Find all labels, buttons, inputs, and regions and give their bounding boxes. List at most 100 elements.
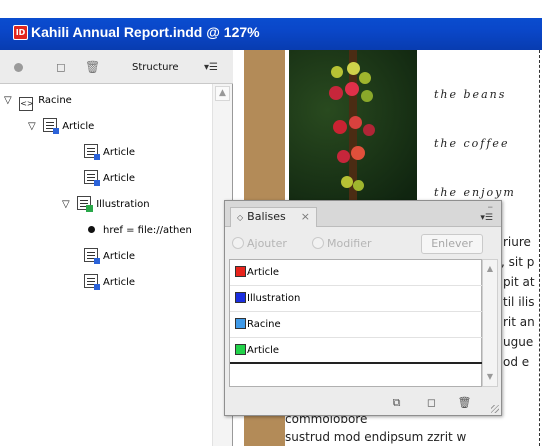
photo-cherry bbox=[331, 66, 343, 78]
photo-cherry bbox=[347, 62, 360, 75]
photo-cherry bbox=[353, 180, 364, 191]
doc-body-text: rit an bbox=[503, 315, 535, 329]
tab-label: Balises bbox=[247, 210, 286, 223]
structure-tree: ▽ <> Racine ▽ Article Article Article ▽ I… bbox=[0, 84, 212, 446]
tree-item-href-attribute[interactable]: href = file://athen bbox=[88, 222, 192, 240]
photo-cherry bbox=[345, 82, 359, 96]
doc-script-line: the enjoym bbox=[434, 186, 516, 199]
tag-label: Illustration bbox=[247, 293, 301, 304]
image-doc-icon bbox=[77, 196, 94, 212]
scroll-up-arrow-icon[interactable]: ▲ bbox=[215, 86, 230, 101]
doc-body-text: od e bbox=[503, 355, 530, 369]
titlebar-top-strip bbox=[0, 0, 542, 18]
tag-color-swatch bbox=[235, 344, 246, 355]
tags-controls: Ajouter Modifier Enlever bbox=[225, 228, 501, 258]
tags-list: Article Illustration Racine Article bbox=[229, 259, 482, 387]
doc-body-text: til ilis bbox=[503, 295, 535, 309]
scroll-up-arrow-icon[interactable]: ▲ bbox=[484, 262, 496, 275]
modify-radio[interactable]: Modifier bbox=[312, 237, 371, 250]
bullet-icon bbox=[88, 226, 95, 233]
tree-item-label: href = file://athen bbox=[103, 225, 192, 236]
expand-triangle-icon[interactable]: ▽ bbox=[4, 92, 16, 110]
tree-item-label: Article bbox=[62, 121, 95, 132]
article-doc-icon bbox=[84, 274, 100, 290]
tags-scrollbar[interactable]: ▲ ▼ bbox=[482, 259, 498, 387]
article-doc-icon bbox=[84, 144, 100, 160]
modify-radio-label: Modifier bbox=[327, 237, 372, 250]
photo-cherry bbox=[349, 116, 362, 129]
article-doc-icon bbox=[84, 248, 100, 264]
photo-cherry bbox=[359, 72, 371, 84]
doc-body-text: ugue bbox=[503, 335, 534, 349]
photo-cherry bbox=[363, 124, 375, 136]
tag-label: Racine bbox=[247, 319, 281, 330]
window-title: Kahili Annual Report.indd @ 127% bbox=[31, 24, 260, 40]
tree-item-article[interactable]: ▽ Article bbox=[28, 118, 94, 136]
panel-menu-icon[interactable]: ▾☰ bbox=[480, 213, 493, 223]
new-element-icon[interactable]: ◻ bbox=[54, 60, 68, 74]
tags-footer: ⧉ ◻ 🗑 bbox=[225, 389, 501, 415]
doc-script-line: the beans bbox=[434, 88, 507, 101]
tree-item-racine[interactable]: ▽ <> Racine bbox=[4, 92, 72, 111]
page-edge-guide bbox=[539, 50, 540, 446]
photo-cherry bbox=[351, 146, 365, 160]
tree-item-label: Article bbox=[103, 173, 136, 184]
resize-grip-icon[interactable] bbox=[491, 405, 499, 413]
structure-panel-label: Structure bbox=[132, 62, 179, 73]
tag-color-swatch bbox=[235, 266, 246, 277]
article-doc-icon bbox=[43, 118, 60, 134]
add-radio-label: Ajouter bbox=[247, 237, 287, 250]
tag-row-article[interactable]: Article bbox=[230, 260, 482, 286]
doc-body-text: riure bbox=[503, 235, 531, 249]
tree-item-label: Article bbox=[103, 277, 136, 288]
expand-triangle-icon[interactable]: ▽ bbox=[62, 196, 74, 214]
minimize-icon[interactable]: – bbox=[488, 200, 494, 213]
window-titlebar: ID Kahili Annual Report.indd @ 127% bbox=[0, 0, 542, 50]
tree-item-article[interactable]: Article bbox=[84, 274, 135, 292]
remove-button[interactable]: Enlever bbox=[421, 234, 483, 254]
photo-cherry bbox=[329, 86, 343, 100]
tag-row-racine[interactable]: Racine bbox=[230, 312, 482, 338]
photo-cherry bbox=[341, 176, 353, 188]
add-radio[interactable]: Ajouter bbox=[232, 237, 287, 250]
doc-script-line: the coffee bbox=[434, 137, 510, 150]
tags-panel: ◇ Balises × – ▾☰ Ajouter Modifier Enlever… bbox=[224, 200, 502, 416]
panel-menu-icon[interactable]: ▾☰ bbox=[204, 63, 218, 73]
expand-triangle-icon[interactable]: ▽ bbox=[28, 118, 40, 136]
tree-item-article[interactable]: Article bbox=[84, 248, 135, 266]
doc-body-text: pit at bbox=[503, 275, 535, 289]
indesign-app-icon: ID bbox=[13, 25, 28, 40]
tag-bracket-icon: <> bbox=[19, 97, 34, 111]
tree-item-label: Illustration bbox=[96, 199, 150, 210]
doc-body-text: , sit p bbox=[501, 255, 535, 269]
scroll-down-arrow-icon[interactable]: ▼ bbox=[484, 370, 496, 383]
tree-item-illustration[interactable]: ▽ Illustration bbox=[62, 196, 150, 214]
tag-color-swatch bbox=[235, 318, 246, 329]
tag-selection-icon[interactable]: ⧉ bbox=[389, 396, 404, 409]
radio-dot bbox=[232, 237, 244, 249]
tag-row-article[interactable]: Article bbox=[230, 338, 482, 364]
tree-item-article[interactable]: Article bbox=[84, 144, 135, 162]
photo-cherry bbox=[333, 120, 347, 134]
doc-body-text: sustrud mod endipsum zzrit w bbox=[285, 430, 467, 444]
tab-balises[interactable]: ◇ Balises × bbox=[230, 207, 317, 227]
tree-item-label: Article bbox=[103, 147, 136, 158]
structure-panel: ◻ 🗑 Structure ▾☰ ▽ <> Racine ▽ Article Ar… bbox=[0, 50, 233, 446]
radio-dot bbox=[312, 237, 324, 249]
new-tag-icon[interactable]: ◻ bbox=[424, 396, 439, 409]
tag-label: Article bbox=[247, 345, 280, 356]
trash-icon[interactable]: 🗑 bbox=[85, 60, 100, 74]
tags-panel-tabbar[interactable]: ◇ Balises × – ▾☰ bbox=[225, 200, 501, 227]
tag-label: Article bbox=[247, 267, 280, 278]
photo-cherry bbox=[361, 90, 373, 102]
tree-item-label: Article bbox=[103, 251, 136, 262]
close-icon[interactable]: × bbox=[301, 208, 310, 226]
diamond-icon: ◇ bbox=[237, 213, 244, 222]
show-attribute-icon[interactable] bbox=[14, 63, 23, 72]
tree-item-article[interactable]: Article bbox=[84, 170, 135, 188]
trash-icon[interactable]: 🗑 bbox=[457, 396, 472, 409]
structure-toolbar: ◻ 🗑 Structure ▾☰ bbox=[0, 50, 233, 84]
tag-row-illustration[interactable]: Illustration bbox=[230, 286, 482, 312]
tag-color-swatch bbox=[235, 292, 246, 303]
article-doc-icon bbox=[84, 170, 100, 186]
